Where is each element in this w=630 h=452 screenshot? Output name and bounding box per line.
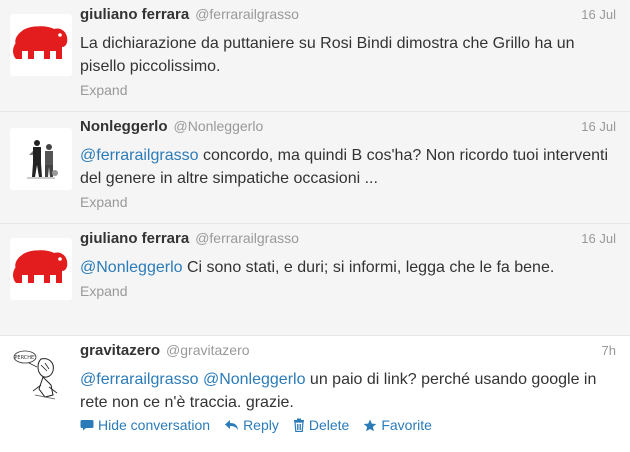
fullname[interactable]: gravitazero — [80, 342, 160, 359]
red-elephant-icon — [13, 26, 68, 59]
tweet-text-body: Ci sono stati, e duri; si informi, legga… — [182, 259, 555, 276]
tweet-text: @ferrarailgrasso concordo, ma quindi B c… — [80, 144, 616, 190]
tweet-text: @Nonleggerlo Ci sono stati, e duri; si i… — [80, 256, 616, 279]
tweet-header: Nonleggerlo @Nonleggerlo 16 Jul — [80, 118, 616, 142]
tweet[interactable]: Nonleggerlo @Nonleggerlo 16 Jul @ferrara… — [0, 112, 630, 224]
timestamp[interactable]: 7h — [602, 343, 616, 358]
username[interactable]: @gravitazero — [166, 342, 249, 358]
trash-icon — [293, 418, 304, 432]
avatar[interactable] — [10, 238, 72, 300]
tweet-header: giuliano ferrara @ferrarailgrasso 16 Jul — [80, 6, 616, 30]
tweet-actions: Hide conversation Reply Delete Favorite — [80, 417, 616, 433]
fullname[interactable]: giuliano ferrara — [80, 230, 189, 247]
favorite-label: Favorite — [381, 417, 432, 433]
speech-bubble-icon — [80, 420, 94, 431]
delete-button[interactable]: Delete — [293, 417, 349, 433]
mention-link[interactable]: @Nonleggerlo — [80, 259, 183, 276]
timeline: giuliano ferrara @ferrarailgrasso 16 Jul… — [0, 0, 630, 452]
star-icon — [364, 419, 377, 431]
fullname[interactable]: giuliano ferrara — [80, 6, 189, 23]
expand-link[interactable]: Expand — [80, 82, 616, 98]
tweet-text: La dichiarazione da puttaniere su Rosi B… — [80, 35, 575, 75]
tweet-header: gravitazero @gravitazero 7h — [80, 342, 616, 366]
expand-link[interactable]: Expand — [80, 194, 616, 210]
username[interactable]: @ferrarailgrasso — [195, 230, 299, 246]
avatar-caption: PERCHE' — [14, 355, 35, 361]
mention-link[interactable]: @Nonleggerlo — [203, 371, 306, 388]
timestamp[interactable]: 16 Jul — [581, 119, 616, 134]
mention-link[interactable]: @ferrarailgrasso — [80, 371, 199, 388]
avatar[interactable] — [10, 14, 72, 76]
tweet[interactable]: giuliano ferrara @ferrarailgrasso 16 Jul… — [0, 0, 630, 112]
tweet[interactable]: giuliano ferrara @ferrarailgrasso 16 Jul… — [0, 224, 630, 336]
red-elephant-icon — [13, 250, 68, 283]
tweet-active[interactable]: PERCHE' gravitazero @gravitazero 7h @fer… — [0, 336, 630, 452]
sketch-drawing-icon: PERCHE' — [11, 345, 71, 405]
delete-label: Delete — [308, 417, 350, 433]
username[interactable]: @ferrarailgrasso — [195, 6, 299, 22]
figures-photo-icon — [19, 133, 63, 185]
expand-link[interactable]: Expand — [80, 283, 616, 299]
mention-link[interactable]: @ferrarailgrasso — [80, 147, 199, 164]
fullname[interactable]: Nonleggerlo — [80, 118, 168, 135]
hide-conversation-label: Hide conversation — [98, 417, 211, 433]
tweet-header: giuliano ferrara @ferrarailgrasso 16 Jul — [80, 230, 616, 254]
timestamp[interactable]: 16 Jul — [581, 231, 616, 246]
favorite-button[interactable]: Favorite — [363, 417, 432, 433]
reply-label: Reply — [243, 417, 279, 433]
reply-arrow-icon — [225, 420, 239, 430]
reply-button[interactable]: Reply — [224, 417, 279, 433]
timestamp[interactable]: 16 Jul — [581, 7, 616, 22]
username[interactable]: @Nonleggerlo — [174, 118, 264, 134]
avatar[interactable] — [10, 128, 72, 190]
hide-conversation-button[interactable]: Hide conversation — [80, 417, 210, 433]
avatar[interactable]: PERCHE' — [10, 344, 72, 406]
tweet-text: @ferrarailgrasso @Nonleggerlo un paio di… — [80, 368, 616, 414]
